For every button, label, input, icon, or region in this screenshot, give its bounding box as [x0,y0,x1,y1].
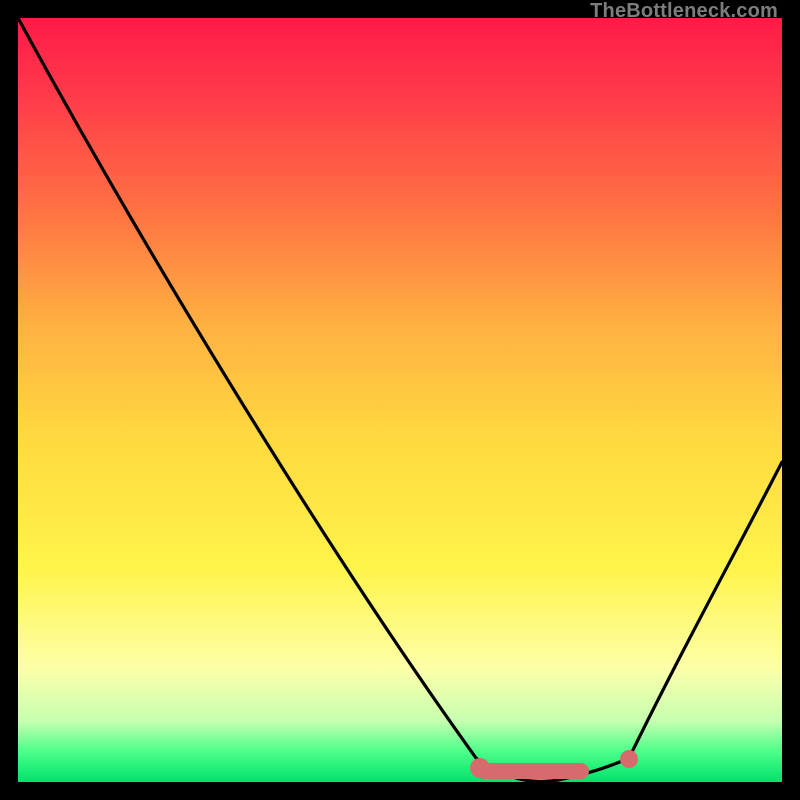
plot-area [18,18,782,782]
bottleneck-curve [18,18,782,782]
optimum-dot [620,750,638,768]
optimum-bar [476,763,589,779]
curve-path [18,18,782,782]
optimum-start-cap [470,758,490,778]
attribution-label: TheBottleneck.com [590,0,778,23]
chart-frame: TheBottleneck.com [0,0,800,800]
